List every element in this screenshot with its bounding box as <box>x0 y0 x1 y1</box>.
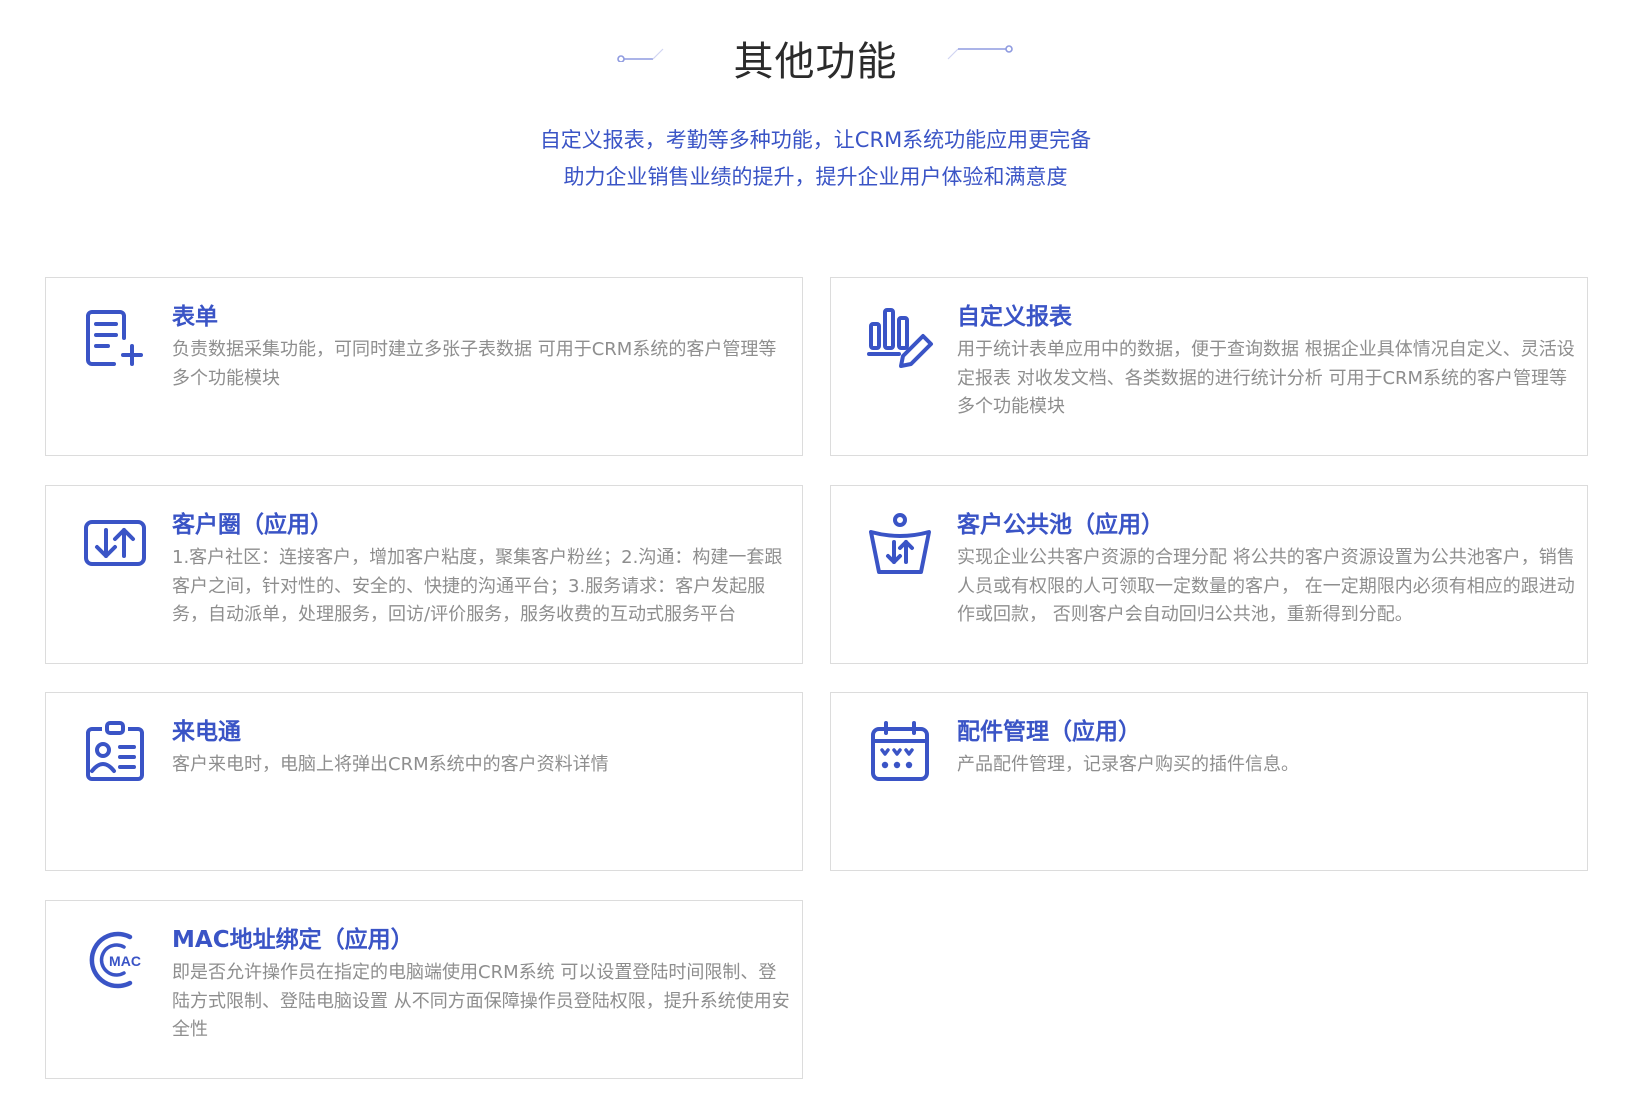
card-title: 自定义报表 <box>957 304 1072 330</box>
card-description: 负责数据采集功能，可同时建立多张子表数据 可用于CRM系统的客户管理等多个功能模… <box>172 339 777 389</box>
decorative-line-right-icon <box>947 45 1013 60</box>
feature-card-parts-management[interactable]: 配件管理（应用） 产品配件管理，记录客户购买的插件信息。 <box>830 692 1588 871</box>
card-description: 客户来电时，电脑上将弹出CRM系统中的客户资料详情 <box>172 754 609 775</box>
feature-card-mac-binding[interactable]: MAC MAC地址绑定（应用） 即是否允许操作员在指定的电脑端使用CRM系统 可… <box>45 900 803 1079</box>
card-description: 实现企业公共客户资源的合理分配 将公共的客户资源设置为公共池客户，销售人员或有权… <box>957 547 1575 625</box>
card-description: 用于统计表单应用中的数据，便于查询数据 根据企业具体情况自定义、灵活设定报表 对… <box>957 339 1575 417</box>
card-title: 表单 <box>172 304 218 330</box>
section-subtitle: 自定义报表，考勤等多种功能，让CRM系统功能应用更完备 助力企业销售业绩的提升，… <box>0 122 1631 196</box>
feature-card-form[interactable]: 表单 负责数据采集功能，可同时建立多张子表数据 可用于CRM系统的客户管理等多个… <box>45 277 803 456</box>
public-pool-icon <box>869 513 931 574</box>
caller-id-card-icon <box>86 721 144 781</box>
card-title: 客户圈（应用） <box>172 512 333 538</box>
card-title: 配件管理（应用） <box>957 719 1141 745</box>
subtitle-line-1: 自定义报表，考勤等多种功能，让CRM系统功能应用更完备 <box>539 128 1092 152</box>
subtitle-line-2: 助力企业销售业绩的提升，提升企业用户体验和满意度 <box>563 165 1068 189</box>
feature-card-caller-id[interactable]: 来电通 客户来电时，电脑上将弹出CRM系统中的客户资料详情 <box>45 692 803 871</box>
feature-card-customer-circle[interactable]: 客户圈（应用） 1.客户社区：连接客户，增加客户粘度，聚集客户粉丝；2.沟通：构… <box>45 485 803 664</box>
card-description: 产品配件管理，记录客户购买的插件信息。 <box>957 754 1299 775</box>
report-chart-edit-icon <box>867 308 933 368</box>
section-title: 其他功能 <box>733 39 898 85</box>
form-add-icon <box>86 310 143 366</box>
mac-address-icon: MAC <box>89 931 141 989</box>
card-description: 1.客户社区：连接客户，增加客户粘度，聚集客户粉丝；2.沟通：构建一套跟客户之间… <box>172 547 783 625</box>
section-header: 其他功能 <box>0 28 1631 88</box>
svg-text:MAC: MAC <box>109 953 141 969</box>
card-title: MAC地址绑定（应用） <box>172 927 414 953</box>
card-title: 来电通 <box>172 719 241 745</box>
card-title: 客户公共池（应用） <box>957 512 1164 538</box>
exchange-arrows-icon <box>84 520 146 566</box>
calendar-parts-icon <box>871 721 929 781</box>
feature-card-public-pool[interactable]: 客户公共池（应用） 实现企业公共客户资源的合理分配 将公共的客户资源设置为公共池… <box>830 485 1588 664</box>
card-description: 即是否允许操作员在指定的电脑端使用CRM系统 可以设置登陆时间限制、登陆方式限制… <box>172 962 790 1040</box>
feature-card-custom-report[interactable]: 自定义报表 用于统计表单应用中的数据，便于查询数据 根据企业具体情况自定义、灵活… <box>830 277 1588 456</box>
